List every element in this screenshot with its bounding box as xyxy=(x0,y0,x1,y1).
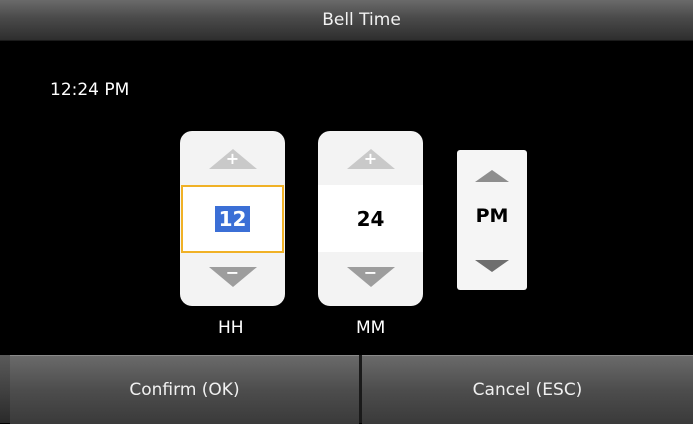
hour-value: 12 xyxy=(214,206,251,232)
minus-icon: − xyxy=(363,263,378,282)
window-title: Bell Time xyxy=(322,10,401,30)
minute-spinner: + 24 − xyxy=(318,131,423,306)
title-bar: Bell Time xyxy=(0,0,693,41)
hour-spinner: + 12 − xyxy=(180,131,285,306)
minus-icon: − xyxy=(225,263,240,282)
hour-label: HH xyxy=(218,318,244,338)
plus-icon: + xyxy=(363,149,378,168)
footer-edge xyxy=(0,355,10,423)
hour-input[interactable]: 12 xyxy=(181,185,284,253)
plus-icon: + xyxy=(225,149,240,168)
period-spinner: PM xyxy=(457,150,527,290)
minute-value: 24 xyxy=(356,206,385,231)
minute-label: MM xyxy=(356,318,386,338)
footer-bar: Confirm (OK) Cancel (ESC) xyxy=(0,355,693,424)
current-time-readout: 12:24 PM xyxy=(50,80,130,100)
period-value[interactable]: PM xyxy=(457,205,527,227)
period-down-button[interactable] xyxy=(475,260,509,272)
minute-input[interactable]: 24 xyxy=(318,185,423,252)
confirm-button[interactable]: Confirm (OK) xyxy=(10,355,359,424)
cancel-button[interactable]: Cancel (ESC) xyxy=(362,355,693,424)
period-up-button[interactable] xyxy=(475,170,509,182)
